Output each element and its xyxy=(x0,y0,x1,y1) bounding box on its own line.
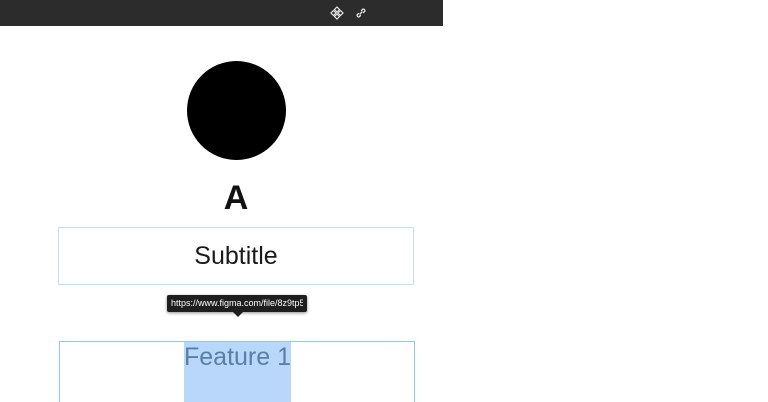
avatar[interactable] xyxy=(187,61,286,160)
page-title[interactable]: A xyxy=(186,178,286,218)
subtitle-text: Subtitle xyxy=(194,242,278,270)
link-icon xyxy=(356,8,366,18)
tooltip-arrow xyxy=(233,312,243,317)
toolbar xyxy=(0,0,443,26)
component-icon xyxy=(330,6,344,20)
link-tooltip: https://www.figma.com/file/8z9tp5fls xyxy=(167,295,307,312)
component-button[interactable] xyxy=(328,4,346,22)
tooltip-url: https://www.figma.com/file/8z9tp5fls xyxy=(171,298,303,308)
canvas: A Subtitle https://www.figma.com/file/8z… xyxy=(0,0,768,402)
feature-title[interactable]: Feature 1 xyxy=(184,341,291,373)
link-button[interactable] xyxy=(352,4,370,22)
subtitle-frame[interactable]: Subtitle xyxy=(58,227,414,285)
